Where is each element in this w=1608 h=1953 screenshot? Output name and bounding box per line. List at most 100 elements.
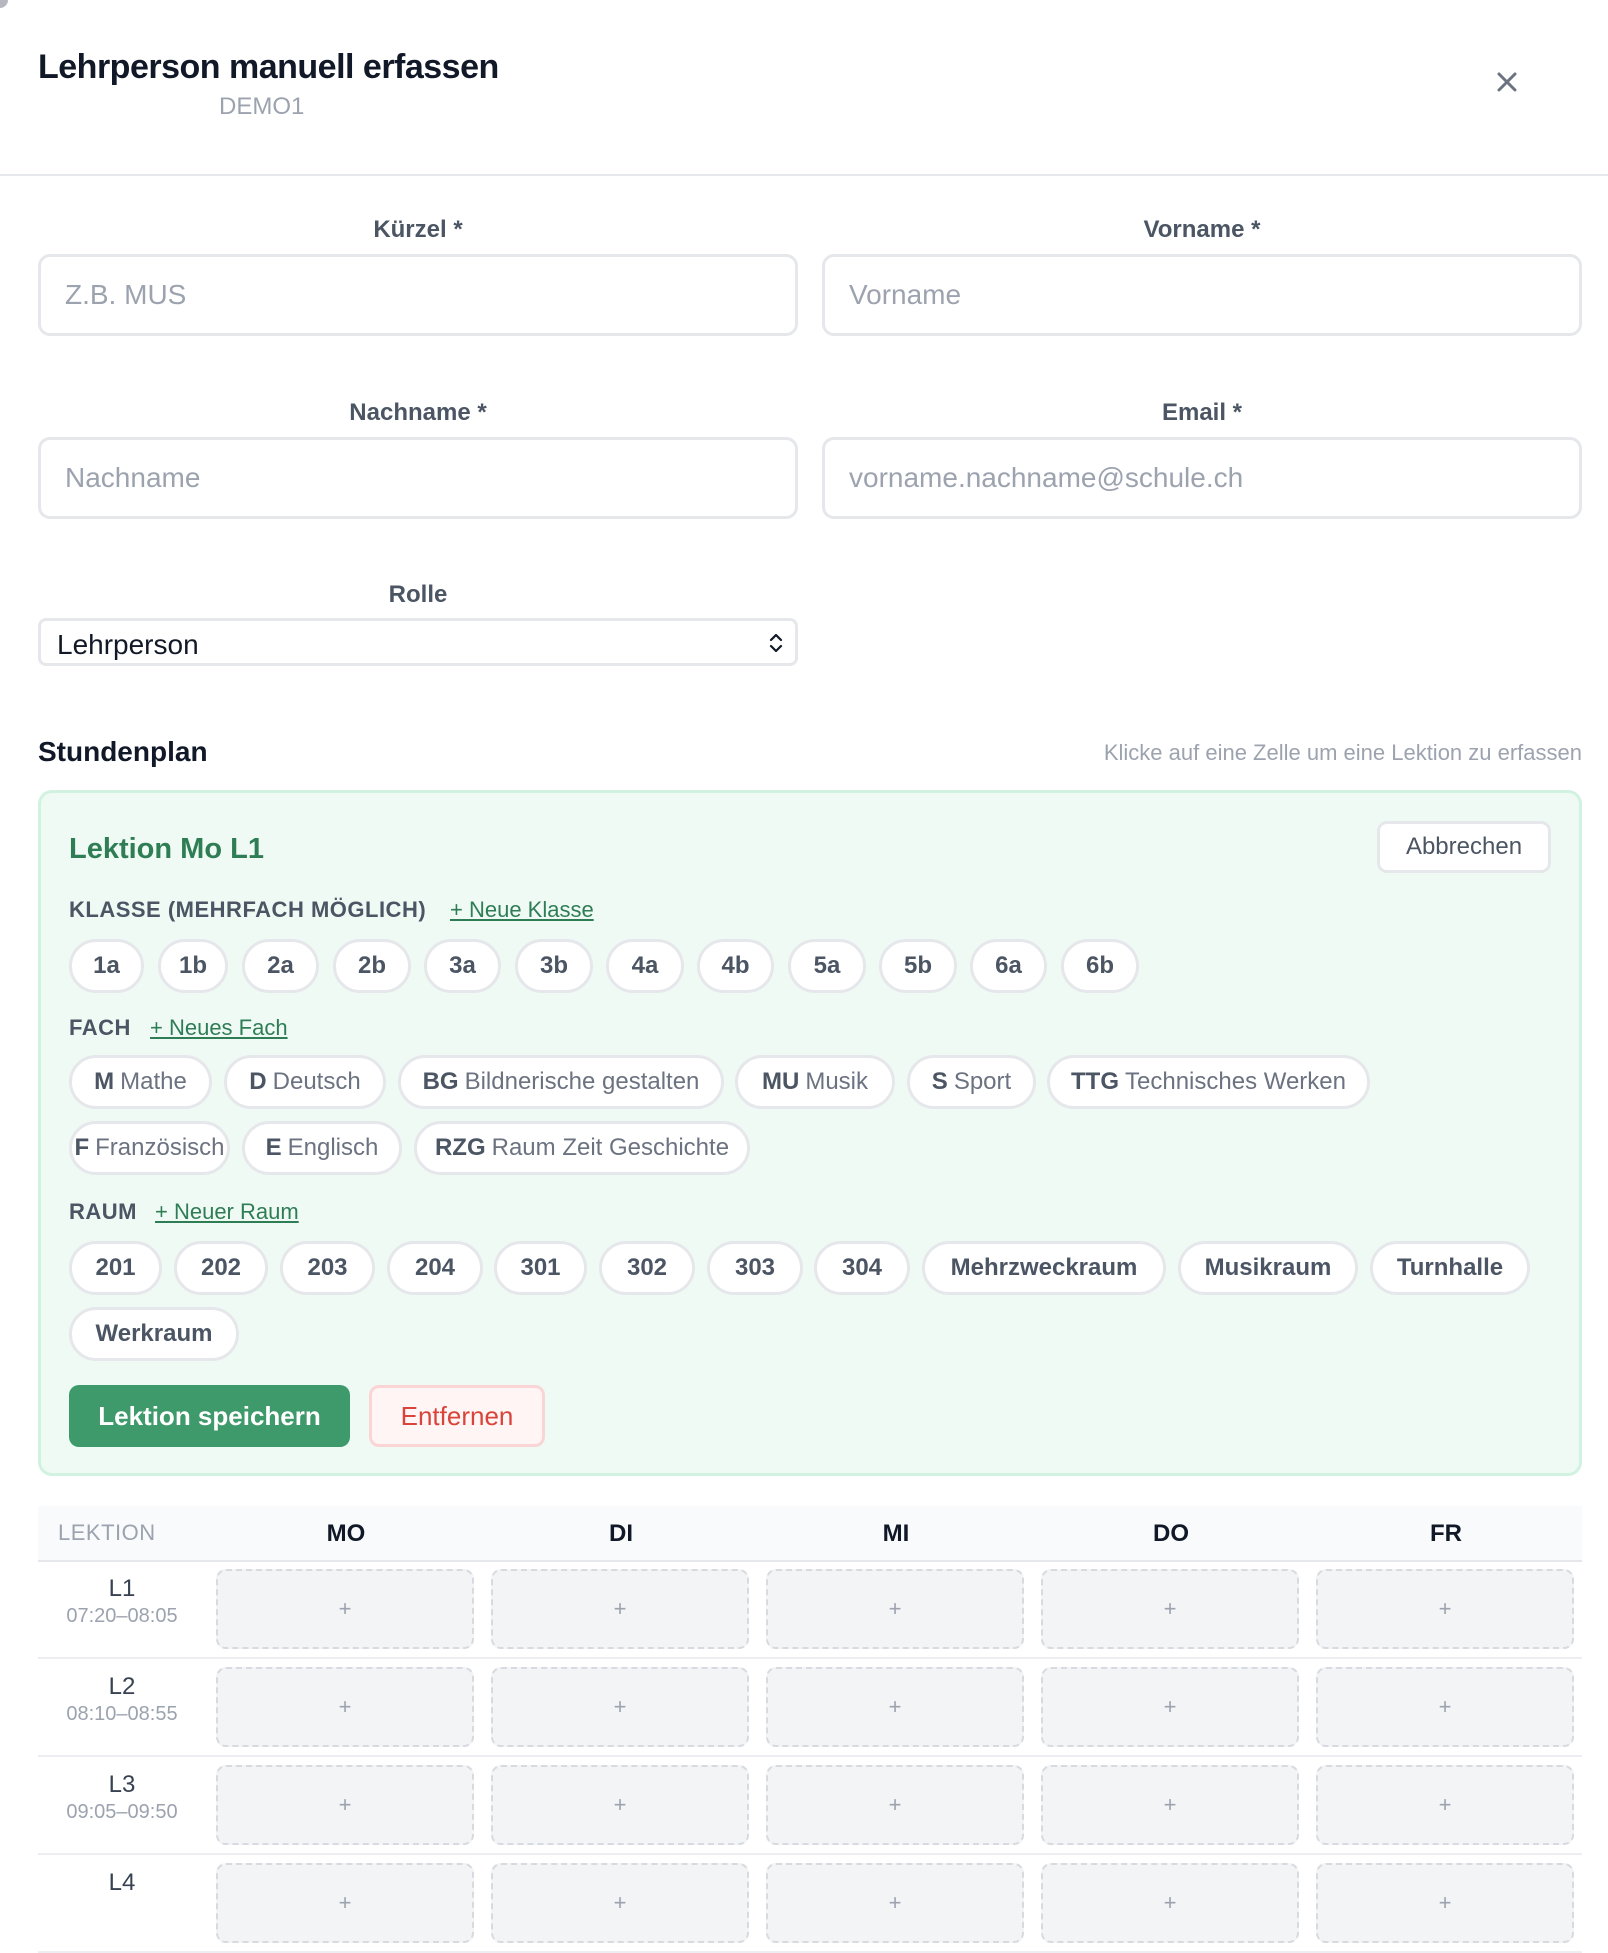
plus-icon: + [1438,1694,1452,1719]
modal-title: Lehrperson manuell erfassen [38,48,499,86]
fach-label: FACH [69,1015,131,1040]
klasse-chip[interactable]: 2b [333,939,411,993]
timetable-cell-mi-l2[interactable]: + [766,1667,1024,1747]
timetable-cell-mi-l3[interactable]: + [766,1765,1024,1845]
klasse-chip[interactable]: 5b [879,939,957,993]
timetable-cell-di-l1[interactable]: + [491,1569,749,1649]
plus-icon: + [338,1694,352,1719]
lesson-time: 09:05–09:50 [66,1801,178,1823]
kuerzel-input[interactable] [38,254,798,336]
day-header-fr: FR [1430,1520,1462,1547]
lesson-cell: L2 08:10–08:55 [38,1673,206,1726]
rolle-select[interactable]: Lehrperson [38,618,798,666]
nachname-input[interactable] [38,437,798,519]
timetable-cell-fr-l1[interactable]: + [1316,1569,1574,1649]
day-header-do: DO [1153,1520,1189,1547]
fach-chip[interactable]: BG Bildnerische gestalten [398,1055,724,1109]
save-lesson-button[interactable]: Lektion speichern [69,1385,350,1447]
klasse-chip[interactable]: 4b [697,939,774,993]
raum-chip[interactable]: Musikraum [1178,1241,1358,1295]
raum-chip[interactable]: 203 [280,1241,375,1295]
fach-chip[interactable]: S Sport [907,1055,1036,1109]
close-icon[interactable] [1491,66,1523,98]
timetable-cell-fr-l3[interactable]: + [1316,1765,1574,1845]
klasse-chip[interactable]: 2a [242,939,319,993]
timetable-cell-mi-l4[interactable]: + [766,1863,1024,1943]
timetable-cell-do-l3[interactable]: + [1041,1765,1299,1845]
raum-chip[interactable]: 201 [69,1241,162,1295]
klasse-chip[interactable]: 1b [158,939,228,993]
timetable-cell-mo-l1[interactable]: + [216,1569,474,1649]
chevron-updown-icon [769,633,783,653]
timetable-row: L3 09:05–09:50 + + + + + [38,1757,1582,1855]
timetable-cell-mo-l4[interactable]: + [216,1863,474,1943]
day-header-di: DI [609,1520,633,1547]
raum-chip[interactable]: 202 [174,1241,268,1295]
add-klasse-link[interactable]: + Neue Klasse [450,897,594,923]
fach-chip[interactable]: RZG Raum Zeit Geschichte [414,1121,750,1175]
klasse-label: KLASSE (MEHRFACH MÖGLICH) [69,897,427,922]
plus-icon: + [888,1792,902,1817]
fach-abbr: E [265,1134,282,1161]
timetable-row: L2 08:10–08:55 + + + + + [38,1659,1582,1757]
klasse-chip[interactable]: 6b [1061,939,1139,993]
email-input[interactable] [822,437,1582,519]
schedule-title: Stundenplan [38,736,208,767]
raum-chip[interactable]: Turnhalle [1370,1241,1530,1295]
remove-lesson-button[interactable]: Entfernen [369,1385,545,1447]
lesson-label: L2 [108,1673,136,1700]
plus-icon: + [1163,1890,1177,1915]
raum-chip[interactable]: 303 [707,1241,803,1295]
fach-name: Sport [953,1068,1012,1095]
vorname-label: Vorname * [1143,216,1261,243]
timetable-cell-do-l2[interactable]: + [1041,1667,1299,1747]
klasse-chip[interactable]: 3b [515,939,593,993]
plus-icon: + [338,1792,352,1817]
timetable-cell-mo-l2[interactable]: + [216,1667,474,1747]
timetable-cell-fr-l4[interactable]: + [1316,1863,1574,1943]
raum-chip[interactable]: 301 [494,1241,587,1295]
timetable-cell-di-l4[interactable]: + [491,1863,749,1943]
fach-chip[interactable]: E Englisch [242,1121,402,1175]
modal-header: Lehrperson manuell erfassen DEMO1 [0,0,1608,176]
timetable-cell-mo-l3[interactable]: + [216,1765,474,1845]
lesson-label: L3 [108,1771,136,1798]
raum-chip[interactable]: 204 [387,1241,483,1295]
plus-icon: + [1163,1596,1177,1621]
timetable-cell-do-l4[interactable]: + [1041,1863,1299,1943]
fach-abbr: RZG [434,1134,486,1161]
raum-chip[interactable]: Mehrzweckraum [922,1241,1166,1295]
vorname-input[interactable] [822,254,1582,336]
timetable-cell-fr-l2[interactable]: + [1316,1667,1574,1747]
timetable-cell-di-l3[interactable]: + [491,1765,749,1845]
klasse-chip[interactable]: 4a [606,939,684,993]
raum-label: RAUM [69,1199,137,1224]
fach-chip[interactable]: F Französisch [69,1121,230,1175]
raum-chip[interactable]: 302 [599,1241,695,1295]
timetable-row: L1 07:20–08:05 + + + + + [38,1561,1582,1659]
raum-chip[interactable]: 304 [814,1241,910,1295]
plus-icon: + [888,1596,902,1621]
plus-icon: + [613,1596,627,1621]
rolle-label: Rolle [388,581,448,608]
fach-abbr: BG [422,1068,459,1095]
klasse-chip[interactable]: 5a [788,939,866,993]
fach-chip[interactable]: TTG Technisches Werken [1047,1055,1370,1109]
klasse-chip[interactable]: 3a [424,939,501,993]
fach-chip[interactable]: M Mathe [69,1055,212,1109]
timetable-cell-mi-l1[interactable]: + [766,1569,1024,1649]
klasse-chip[interactable]: 6a [970,939,1047,993]
fach-chip[interactable]: MU Musik [735,1055,895,1109]
add-raum-link[interactable]: + Neuer Raum [155,1199,299,1225]
fach-chip[interactable]: D Deutsch [224,1055,386,1109]
cancel-button[interactable]: Abbrechen [1377,821,1551,873]
timetable-cell-di-l2[interactable]: + [491,1667,749,1747]
plus-icon: + [338,1596,352,1621]
email-label: Email * [1161,399,1243,426]
raum-chip[interactable]: Werkraum [69,1307,239,1361]
lesson-time: 08:10–08:55 [66,1703,178,1725]
timetable-cell-do-l1[interactable]: + [1041,1569,1299,1649]
add-fach-link[interactable]: + Neues Fach [150,1015,288,1041]
klasse-chip[interactable]: 1a [69,939,144,993]
plus-icon: + [613,1792,627,1817]
